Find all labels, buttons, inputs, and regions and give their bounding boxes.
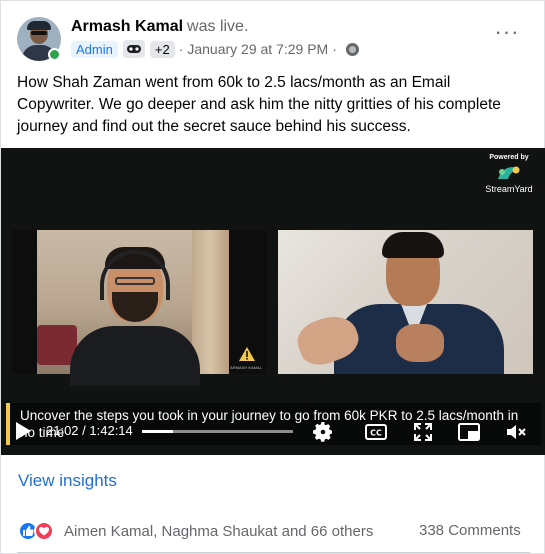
admin-badge[interactable]: Admin <box>71 40 118 58</box>
host-watermark: ARMASH KAMAL <box>230 365 262 370</box>
love-icon <box>34 521 54 541</box>
video-player[interactable]: Powered by StreamYard ARMASH KAMAL Uncov… <box>1 148 545 455</box>
video-controls: 21:02 / 1:42:14 CC <box>1 416 545 448</box>
closed-captions-icon[interactable]: CC <box>364 420 388 444</box>
picture-in-picture-icon[interactable] <box>457 420 481 444</box>
guest-camera-feed <box>278 230 533 374</box>
more-horizontal-icon[interactable]: ··· <box>492 21 522 46</box>
host-camera-feed: ARMASH KAMAL <box>12 230 267 386</box>
total-time: 1:42:14 <box>89 423 133 438</box>
meta-separator-2: · <box>332 41 337 57</box>
streamyard-logo-icon <box>498 166 520 179</box>
gear-icon[interactable] <box>311 420 335 444</box>
svg-text:CC: CC <box>370 429 382 438</box>
live-status-text: was live. <box>187 18 249 35</box>
powered-by-label: Powered by <box>489 154 529 161</box>
live-video-post: Armash Kamal was live. Admin +2 · January… <box>0 0 545 554</box>
author-name[interactable]: Armash Kamal <box>71 18 183 35</box>
streamyard-branding: Powered by StreamYard <box>479 154 539 194</box>
globe-icon <box>345 42 359 56</box>
gamer-badge-icon[interactable] <box>122 40 145 58</box>
reactors-list[interactable]: Aimen Kamal, Naghma Shaukat and 66 other… <box>64 523 373 540</box>
streamyard-wordmark: StreamYard <box>485 184 533 194</box>
post-timestamp[interactable]: January 29 at 7:29 PM <box>187 41 328 57</box>
post-text: How Shah Zaman went from 60k to 2.5 lacs… <box>17 74 501 135</box>
volume-muted-icon[interactable] <box>504 420 528 444</box>
reactions-summary[interactable]: Aimen Kamal, Naghma Shaukat and 66 other… <box>18 520 373 542</box>
online-status-dot <box>48 48 61 61</box>
current-time: 21:02 <box>46 423 79 438</box>
time-separator: / <box>78 423 90 438</box>
playback-time: 21:02 / 1:42:14 <box>46 423 133 438</box>
seek-bar[interactable] <box>142 430 293 433</box>
warning-logo-icon <box>239 347 255 361</box>
play-icon[interactable] <box>16 422 31 440</box>
expand-icon[interactable] <box>411 420 435 444</box>
more-badges-count[interactable]: +2 <box>149 40 175 58</box>
post-meta: Admin +2 · January 29 at 7:29 PM · <box>71 39 359 59</box>
meta-separator: · <box>178 41 184 57</box>
seek-progress <box>142 430 174 433</box>
action-divider <box>17 552 530 553</box>
view-insights-link[interactable]: View insights <box>18 471 117 491</box>
comments-count[interactable]: 338 Comments <box>419 522 521 539</box>
post-header-line: Armash Kamal was live. <box>71 18 248 36</box>
